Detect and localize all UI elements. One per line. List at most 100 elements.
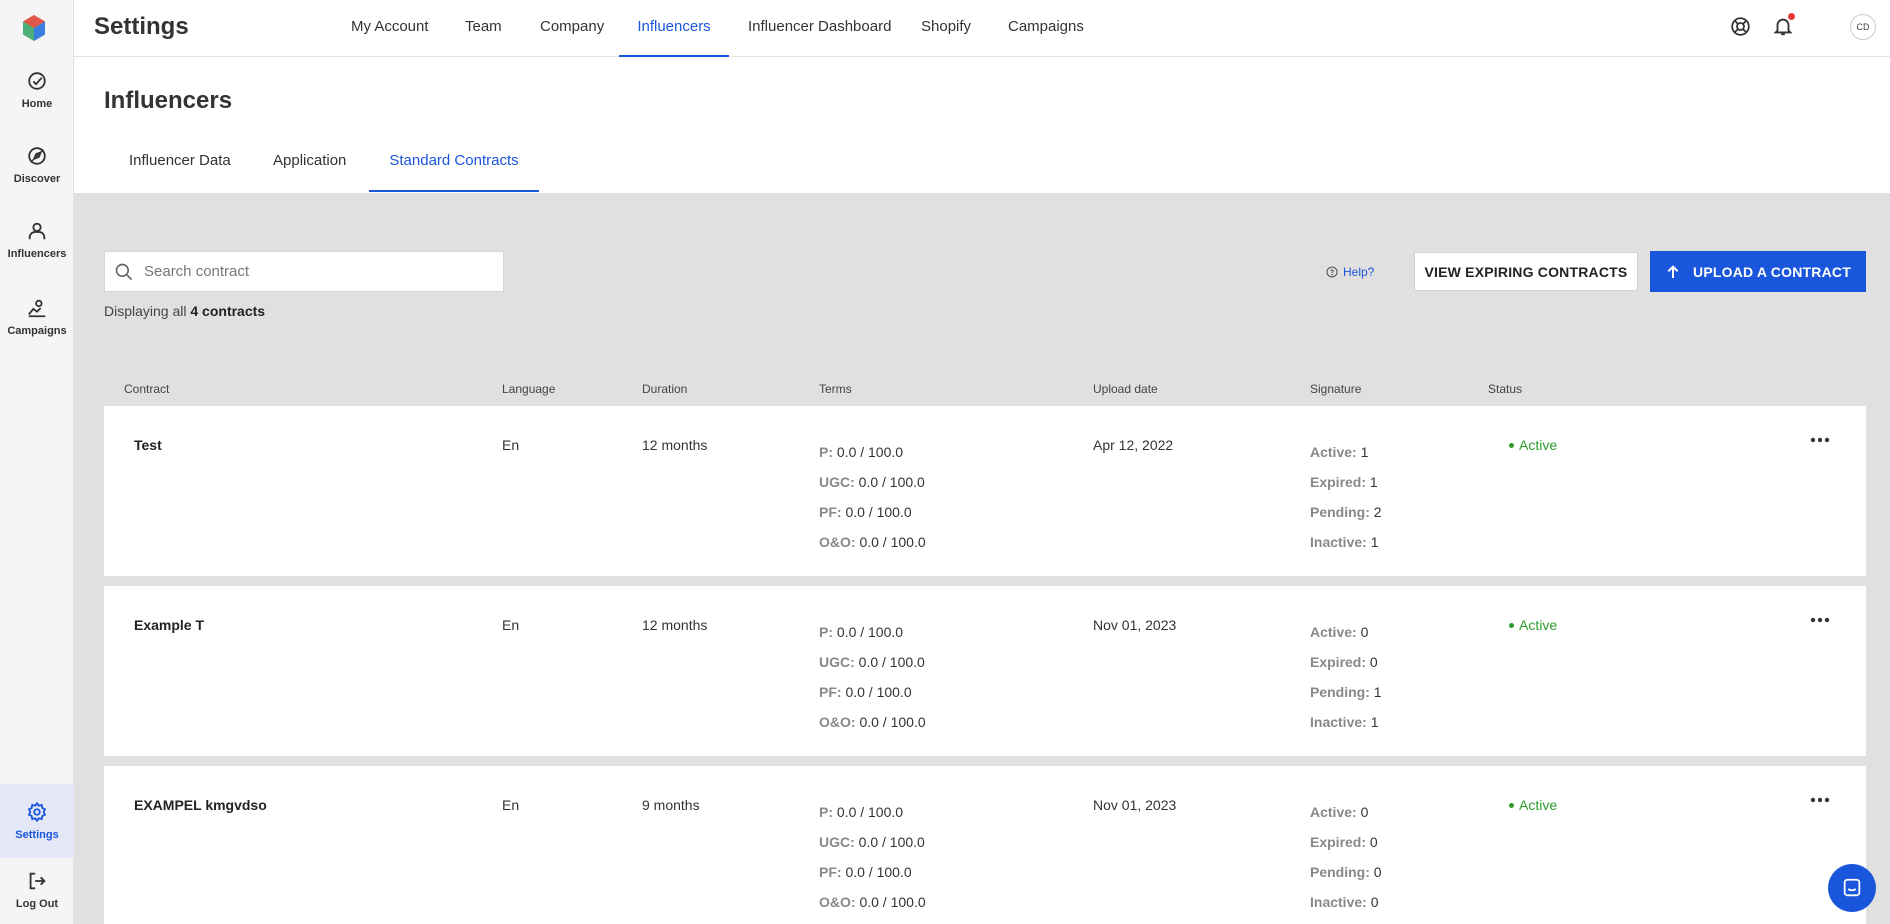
table-row[interactable]: Example T En 12 months P: 0.0 / 100.0 UG… xyxy=(104,586,1866,756)
tab-team[interactable]: Team xyxy=(465,0,502,57)
lifebuoy-icon xyxy=(1730,16,1750,36)
notifications-button[interactable] xyxy=(1770,13,1796,39)
logout-icon xyxy=(29,872,46,890)
signature-key: Active: xyxy=(1310,444,1357,460)
tab-influencer-data[interactable]: Influencer Data xyxy=(129,135,231,192)
contract-language: En xyxy=(502,797,520,813)
column-header-signature[interactable]: Signature xyxy=(1310,382,1361,396)
term-key: O&O: xyxy=(819,534,856,550)
column-header-terms[interactable]: Terms xyxy=(819,382,852,396)
gear-icon xyxy=(27,801,47,823)
signature-key: Pending: xyxy=(1310,864,1370,880)
contract-name[interactable]: EXAMPEL kmgvdso xyxy=(134,797,267,813)
app-logo[interactable] xyxy=(21,14,47,42)
term-key: PF: xyxy=(819,684,842,700)
table-row[interactable]: Test En 12 months P: 0.0 / 100.0 UGC: 0.… xyxy=(104,406,1866,576)
signature-value: 0 xyxy=(1369,834,1378,850)
help-icon xyxy=(1326,266,1338,278)
contract-signatures: Active: 0 Expired: 0 Pending: 1 Inactive… xyxy=(1310,617,1382,737)
contract-duration: 9 months xyxy=(642,797,700,813)
column-header-status[interactable]: Status xyxy=(1488,382,1522,396)
contract-name[interactable]: Test xyxy=(134,437,162,453)
signature-key: Active: xyxy=(1310,624,1357,640)
status-label: Active xyxy=(1519,617,1558,633)
chat-launcher-button[interactable] xyxy=(1828,864,1876,912)
tab-my-account[interactable]: My Account xyxy=(351,0,429,57)
avatar[interactable]: CD xyxy=(1850,14,1876,40)
term-value: 0.0 / 100.0 xyxy=(859,534,926,550)
view-expiring-contracts-button[interactable]: VIEW EXPIRING CONTRACTS xyxy=(1414,252,1638,291)
term-value: 0.0 / 100.0 xyxy=(858,474,925,490)
contract-upload-date: Apr 12, 2022 xyxy=(1093,437,1174,453)
term-key: P: xyxy=(819,444,833,460)
term-key: UGC: xyxy=(819,474,855,490)
contract-terms: P: 0.0 / 100.0 UGC: 0.0 / 100.0 PF: 0.0 … xyxy=(819,437,926,557)
term-value: 0.0 / 100.0 xyxy=(859,894,926,910)
tab-application[interactable]: Application xyxy=(273,135,346,192)
sidebar-item-label: Settings xyxy=(15,829,59,841)
sidebar-item-settings[interactable]: Settings xyxy=(0,784,74,858)
contract-signatures: Active: 1 Expired: 1 Pending: 2 Inactive… xyxy=(1310,437,1382,557)
top-bar: Settings My Account Team Company Influen… xyxy=(74,0,1890,57)
signature-key: Expired: xyxy=(1310,654,1367,670)
term-value: 0.0 / 100.0 xyxy=(836,444,904,460)
signature-key: Inactive: xyxy=(1310,534,1367,550)
tab-campaigns[interactable]: Campaigns xyxy=(1008,0,1084,57)
support-button[interactable] xyxy=(1729,15,1751,37)
status-dot-icon xyxy=(1509,802,1514,808)
app-title: Settings xyxy=(94,13,189,40)
sidebar-item-home[interactable]: Home xyxy=(0,70,74,120)
signature-value: 0 xyxy=(1360,804,1369,820)
display-count: Displaying all 4 contracts xyxy=(104,303,265,319)
upload-contract-button[interactable]: UPLOAD A CONTRACT xyxy=(1650,251,1866,292)
tab-company[interactable]: Company xyxy=(540,0,604,57)
home-icon xyxy=(28,72,46,90)
table-row[interactable]: EXAMPEL kmgvdso En 9 months P: 0.0 / 100… xyxy=(104,766,1866,924)
signature-key: Pending: xyxy=(1310,684,1370,700)
display-count-value: 4 contracts xyxy=(190,303,266,319)
term-value: 0.0 / 100.0 xyxy=(845,684,912,700)
term-value: 0.0 / 100.0 xyxy=(836,804,904,820)
sidebar-item-campaigns[interactable]: Campaigns xyxy=(0,297,74,347)
more-options-icon[interactable] xyxy=(1804,612,1836,628)
term-value: 0.0 / 100.0 xyxy=(859,714,926,730)
column-header-contract[interactable]: Contract xyxy=(124,382,169,396)
column-header-duration[interactable]: Duration xyxy=(642,382,687,396)
contract-name[interactable]: Example T xyxy=(134,617,204,633)
term-key: UGC: xyxy=(819,834,855,850)
signature-value: 0 xyxy=(1369,654,1378,670)
help-link[interactable]: Help? xyxy=(1326,265,1374,279)
signature-value: 0 xyxy=(1370,894,1379,910)
status-label: Active xyxy=(1519,437,1558,453)
term-key: PF: xyxy=(819,864,842,880)
search-box xyxy=(104,251,504,292)
campaigns-icon xyxy=(28,299,46,318)
status-badge: Active xyxy=(1509,617,1557,633)
contracts-panel: Displaying all 4 contracts Help? VIEW EX… xyxy=(74,193,1890,924)
term-key: UGC: xyxy=(819,654,855,670)
column-header-language[interactable]: Language xyxy=(502,382,555,396)
sidebar-item-discover[interactable]: Discover xyxy=(0,145,74,195)
column-header-upload-date[interactable]: Upload date xyxy=(1093,382,1158,396)
tab-standard-contracts[interactable]: Standard Contracts xyxy=(369,135,539,192)
status-badge: Active xyxy=(1509,797,1557,813)
more-options-icon[interactable] xyxy=(1804,792,1836,808)
search-input[interactable] xyxy=(144,263,484,280)
signature-value: 1 xyxy=(1360,444,1369,460)
signature-value: 2 xyxy=(1373,504,1382,520)
more-options-icon[interactable] xyxy=(1804,432,1836,448)
tab-influencers[interactable]: Influencers xyxy=(619,0,729,57)
arrow-up-icon xyxy=(1667,264,1679,278)
upload-label: UPLOAD A CONTRACT xyxy=(1693,263,1851,280)
contract-upload-date: Nov 01, 2023 xyxy=(1093,617,1177,633)
tab-influencer-dashboard[interactable]: Influencer Dashboard xyxy=(748,0,891,57)
status-dot-icon xyxy=(1509,442,1514,448)
term-key: P: xyxy=(819,804,833,820)
tab-shopify[interactable]: Shopify xyxy=(921,0,971,57)
logout-button[interactable]: Log Out xyxy=(0,870,74,920)
signature-value: 0 xyxy=(1360,624,1369,640)
term-key: O&O: xyxy=(819,714,856,730)
contract-upload-date: Nov 01, 2023 xyxy=(1093,797,1177,813)
sidebar-item-influencers[interactable]: Influencers xyxy=(0,220,74,270)
term-value: 0.0 / 100.0 xyxy=(836,624,904,640)
